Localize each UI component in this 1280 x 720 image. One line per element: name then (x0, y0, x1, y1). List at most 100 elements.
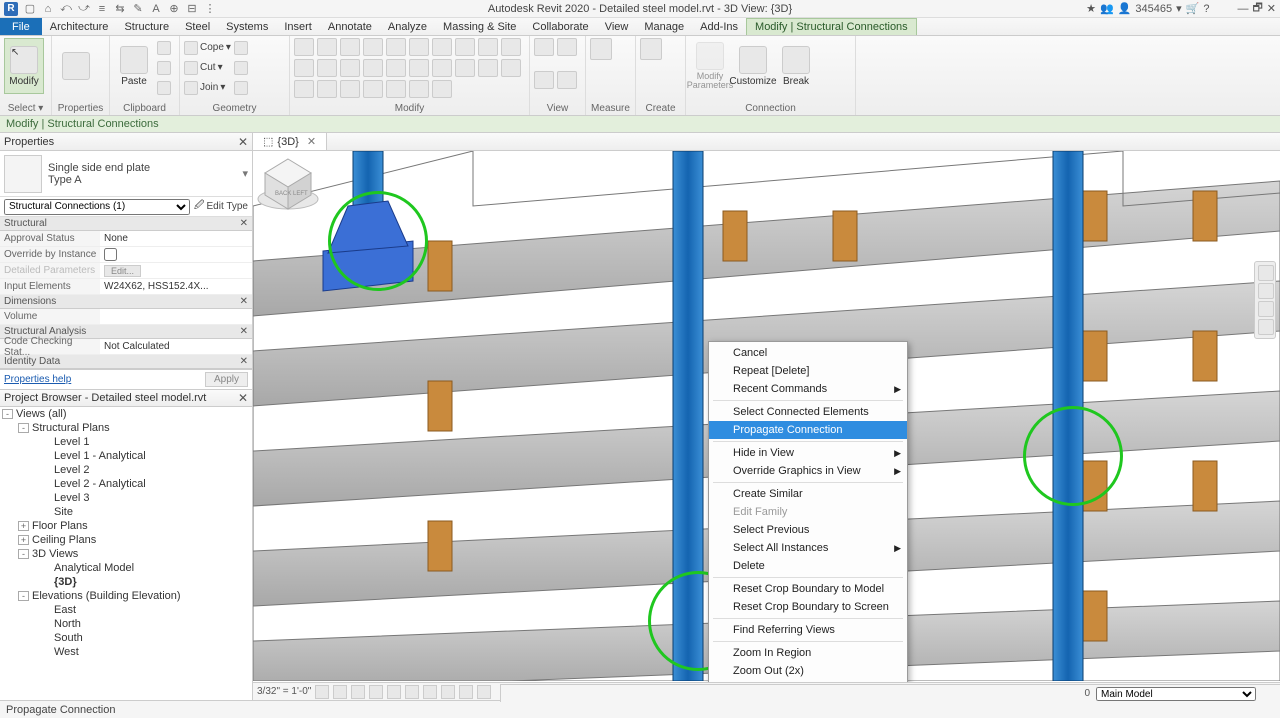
tree-item[interactable]: +Floor Plans (0, 519, 252, 533)
tree-expander[interactable]: - (18, 423, 29, 433)
modify-tool-16[interactable] (432, 59, 452, 77)
tree-item[interactable]: West (0, 645, 252, 659)
geom-icon-1[interactable] (234, 38, 248, 57)
tree-item[interactable]: Level 3 (0, 491, 252, 505)
modify-tool-7[interactable] (455, 38, 475, 56)
modify-tool-6[interactable] (432, 38, 452, 56)
pan-icon[interactable] (1258, 283, 1274, 299)
context-menu-item[interactable]: Zoom Out (2x) (709, 662, 907, 680)
context-menu-item[interactable]: Hide in View▶ (709, 444, 907, 462)
override-checkbox[interactable] (104, 248, 117, 261)
shadows-icon[interactable] (369, 685, 383, 699)
zoom-icon[interactable] (1258, 301, 1274, 317)
match-type-button[interactable] (157, 78, 171, 97)
user-icon[interactable]: 👤 (1118, 2, 1132, 15)
modify-tool-18[interactable] (478, 59, 498, 77)
tree-expander[interactable]: - (18, 591, 29, 601)
measure-button[interactable] (590, 38, 612, 60)
tree-item[interactable]: Site (0, 505, 252, 519)
view-tool-0[interactable] (534, 38, 554, 56)
tree-item[interactable]: {3D} (0, 575, 252, 589)
modify-tool-3[interactable] (363, 38, 383, 56)
ribbon-tab[interactable]: Annotate (320, 18, 380, 35)
cut-clipboard-button[interactable] (157, 38, 171, 57)
modify-tool-22[interactable] (340, 80, 360, 98)
join-button[interactable]: Join ▾ (184, 78, 231, 97)
modify-tool-26[interactable] (432, 80, 452, 98)
project-browser-close-button[interactable]: ✕ (238, 391, 248, 405)
context-menu-item[interactable]: Select All Instances▶ (709, 539, 907, 557)
ribbon-tab[interactable]: Architecture (42, 18, 117, 35)
instance-filter[interactable]: Structural Connections (1) (4, 199, 190, 215)
modify-tool-20[interactable] (294, 80, 314, 98)
cart-icon[interactable]: 🛒 (1186, 2, 1200, 15)
detail-level-icon[interactable] (315, 685, 329, 699)
restore-button[interactable]: 🗗 (1252, 0, 1262, 18)
ribbon-tab[interactable]: View (597, 18, 637, 35)
modify-tool-0[interactable] (294, 38, 314, 56)
paste-button[interactable]: Paste (114, 38, 154, 94)
properties-help-link[interactable]: Properties help (4, 374, 71, 385)
cat-dimensions[interactable]: Dimensions✕ (0, 295, 252, 309)
crop-region-icon[interactable] (423, 685, 437, 699)
sun-path-icon[interactable] (351, 685, 365, 699)
view-tab-3d[interactable]: ⬚ {3D} ✕ (253, 133, 327, 150)
modify-tool-14[interactable] (386, 59, 406, 77)
qat-item-3[interactable]: ⤻ (76, 2, 92, 16)
modify-tool-12[interactable] (340, 59, 360, 77)
viewcube[interactable]: BACK LEFT (253, 151, 323, 221)
tree-item[interactable]: Level 2 (0, 463, 252, 477)
context-menu-item[interactable]: Delete (709, 557, 907, 575)
main-model-dropdown[interactable]: Main Model (1096, 687, 1256, 701)
tree-expander[interactable]: - (2, 409, 13, 419)
modify-tool-25[interactable] (409, 80, 429, 98)
ribbon-tab[interactable]: Add-Ins (692, 18, 746, 35)
modify-tool-5[interactable] (409, 38, 429, 56)
context-menu-item[interactable]: Select Connected Elements (709, 403, 907, 421)
qat-item-6[interactable]: ✎ (130, 2, 146, 16)
modify-tool-15[interactable] (409, 59, 429, 77)
qat-item-0[interactable]: ▢ (22, 2, 38, 16)
minimize-button[interactable]: — (1237, 3, 1248, 15)
edit-type-button[interactable]: 🖉 Edit Type (194, 198, 248, 215)
context-menu-item[interactable]: Recent Commands▶ (709, 380, 907, 398)
qat-item-2[interactable]: ⤺ (58, 2, 74, 16)
modify-tool-1[interactable] (317, 38, 337, 56)
view-tool-2[interactable] (534, 71, 554, 89)
context-menu-item[interactable]: Zoom To Fit (709, 680, 907, 682)
tree-item[interactable]: Analytical Model (0, 561, 252, 575)
nav-bar[interactable] (1254, 261, 1276, 339)
steering-wheel-icon[interactable] (1258, 265, 1274, 281)
properties-close-button[interactable]: ✕ (238, 135, 248, 149)
tree-expander[interactable]: + (18, 535, 29, 545)
modify-tool-23[interactable] (363, 80, 383, 98)
tree-item[interactable]: South (0, 631, 252, 645)
qat-item-9[interactable]: ⊟ (184, 2, 200, 16)
tree-expander[interactable]: - (18, 549, 29, 559)
ribbon-tab[interactable]: Collaborate (524, 18, 596, 35)
approval-status-value[interactable]: None (104, 233, 128, 244)
copy-clipboard-button[interactable] (157, 58, 171, 77)
customize-button[interactable]: Customize (733, 38, 773, 94)
context-menu-item[interactable]: Zoom In Region (709, 644, 907, 662)
star-icon[interactable]: ★ (1086, 2, 1096, 15)
ribbon-tab[interactable]: Massing & Site (435, 18, 524, 35)
type-dropdown-icon[interactable]: ▾ (242, 167, 248, 180)
properties-button[interactable] (56, 38, 96, 94)
ribbon-tab[interactable]: Structure (116, 18, 177, 35)
modify-tool-21[interactable] (317, 80, 337, 98)
tree-item[interactable]: East (0, 603, 252, 617)
modify-tool-10[interactable] (294, 59, 314, 77)
tree-item[interactable]: Level 1 (0, 435, 252, 449)
create-button[interactable] (640, 38, 662, 60)
tree-item[interactable]: +Ceiling Plans (0, 533, 252, 547)
modify-tool-button[interactable]: ↖Modify (4, 38, 44, 94)
visual-style-icon[interactable] (333, 685, 347, 699)
orbit-icon[interactable] (1258, 319, 1274, 335)
context-menu-item[interactable]: Reset Crop Boundary to Screen (709, 598, 907, 616)
context-menu-item[interactable]: Propagate Connection (709, 421, 907, 439)
qat-item-1[interactable]: ⌂ (40, 2, 56, 16)
ribbon-tab[interactable]: Modify | Structural Connections (746, 18, 917, 35)
view-tool-1[interactable] (557, 38, 577, 56)
modify-tool-24[interactable] (386, 80, 406, 98)
